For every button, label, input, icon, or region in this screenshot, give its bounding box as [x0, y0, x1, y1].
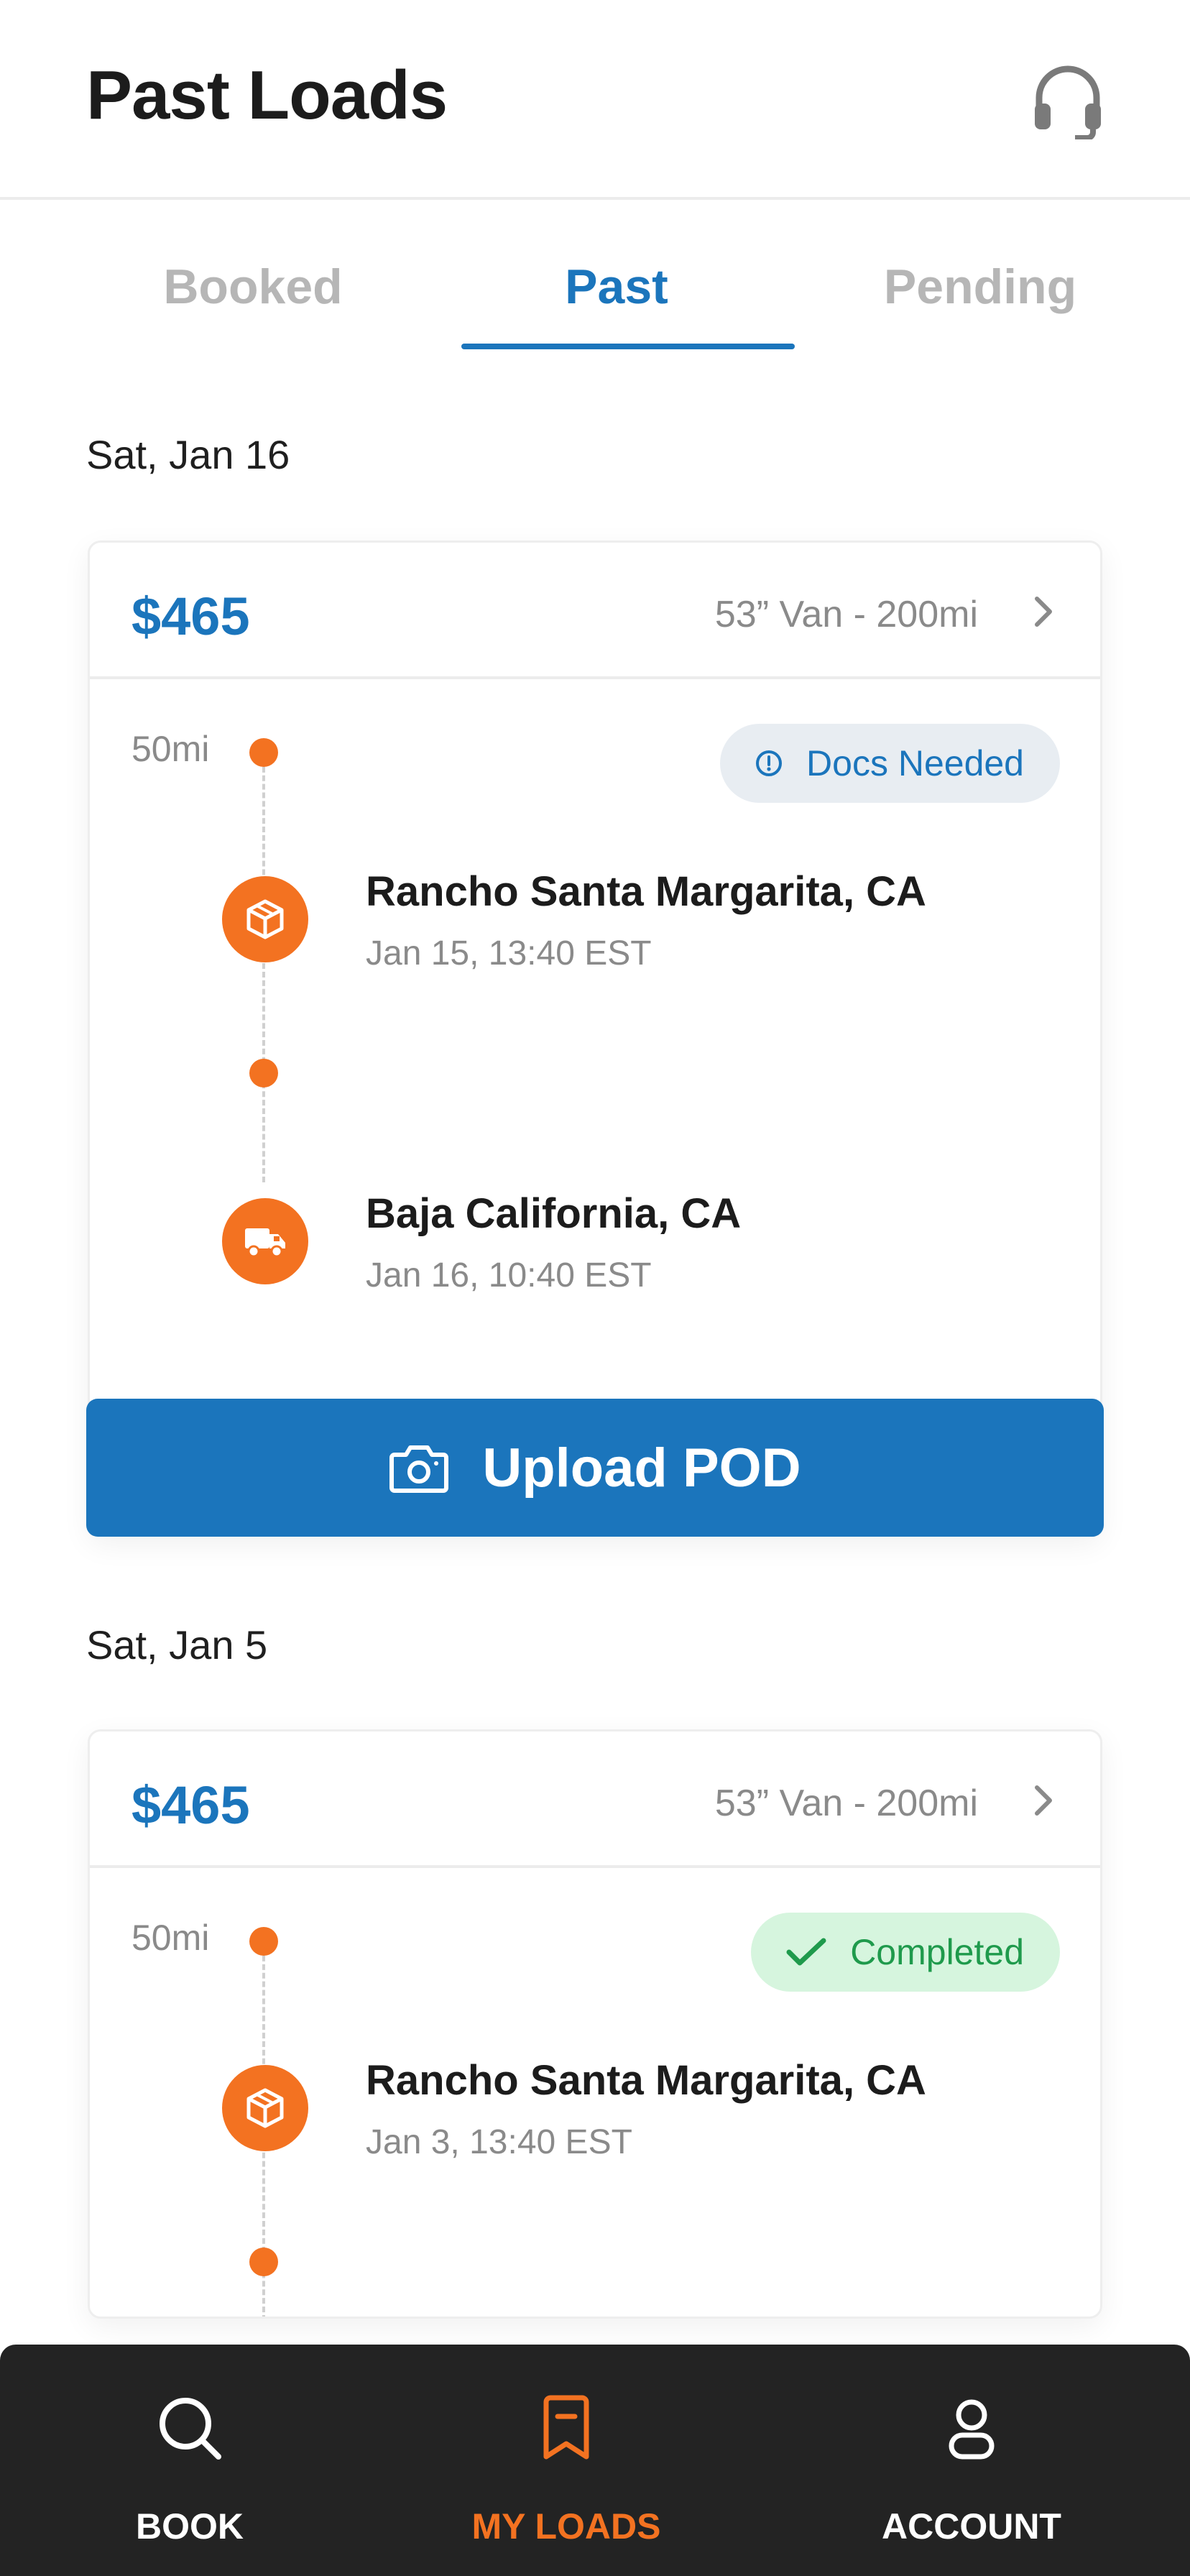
- route-dot: [249, 1927, 278, 1956]
- status-badge: Completed: [751, 1913, 1060, 1992]
- tab-booked[interactable]: Booked: [88, 259, 418, 315]
- route-dot: [249, 738, 278, 767]
- info-icon: [756, 750, 783, 776]
- nav-item-my-loads[interactable]: MY LOADS: [387, 2345, 746, 2576]
- status-badge-label: Completed: [850, 1932, 1024, 1972]
- bottom-nav: BOOK MY LOADS ACCOUNT: [0, 2345, 1190, 2576]
- route-line: [262, 758, 265, 1182]
- user-icon: [949, 2399, 995, 2460]
- headset-icon[interactable]: [1029, 62, 1107, 141]
- dropoff-time: Jan 16, 10:40 EST: [366, 1256, 652, 1294]
- nav-label-account: ACCOUNT: [882, 2506, 1061, 2547]
- bookmark-icon: [543, 2395, 589, 2460]
- deadhead-distance: 50mi: [132, 729, 210, 769]
- tab-pending[interactable]: Pending: [815, 259, 1145, 315]
- load-card[interactable]: $465 53” Van - 200mi 50mi Completed Ranc…: [88, 1729, 1102, 2319]
- tab-past[interactable]: Past: [451, 259, 782, 315]
- upload-pod-button[interactable]: Upload POD: [86, 1399, 1104, 1537]
- route-dot: [249, 2248, 278, 2276]
- load-card[interactable]: $465 53” Van - 200mi 50mi Docs Needed Ra…: [88, 540, 1102, 1537]
- load-equipment: 53” Van - 200mi: [714, 1782, 978, 1824]
- nav-label-my-loads: MY LOADS: [471, 2506, 661, 2547]
- pickup-city: Rancho Santa Margarita, CA: [366, 2057, 926, 2104]
- load-price: $465: [132, 1775, 250, 1835]
- tab-bar: Booked Past Pending: [0, 216, 1190, 352]
- app-header: Past Loads: [0, 0, 1190, 200]
- package-icon: [222, 876, 308, 962]
- nav-item-account[interactable]: ACCOUNT: [792, 2345, 1151, 2576]
- page-title: Past Loads: [86, 57, 448, 134]
- camera-icon: [389, 1445, 449, 1493]
- load-card-header[interactable]: $465 53” Van - 200mi: [90, 1731, 1100, 1868]
- pickup-time: Jan 3, 13:40 EST: [366, 2123, 632, 2161]
- load-card-header[interactable]: $465 53” Van - 200mi: [90, 543, 1100, 679]
- truck-icon: [222, 1198, 308, 1284]
- deadhead-distance: 50mi: [132, 1918, 210, 1958]
- package-icon: [222, 2065, 308, 2151]
- status-badge-label: Docs Needed: [806, 743, 1024, 783]
- load-equipment: 53” Van - 200mi: [714, 594, 978, 635]
- checkmark-icon: [786, 1938, 826, 1966]
- status-badge: Docs Needed: [720, 724, 1060, 803]
- load-price: $465: [132, 586, 250, 646]
- dropoff-city: Baja California, CA: [366, 1190, 742, 1237]
- chevron-right-icon: [1035, 1785, 1052, 1816]
- nav-item-book[interactable]: BOOK: [10, 2345, 369, 2576]
- load-date: Sat, Jan 16: [86, 432, 290, 477]
- active-tab-indicator: [461, 344, 795, 349]
- upload-pod-label: Upload POD: [482, 1437, 801, 1499]
- pickup-city: Rancho Santa Margarita, CA: [366, 868, 926, 915]
- pickup-time: Jan 15, 13:40 EST: [366, 934, 652, 972]
- chevron-right-icon: [1035, 597, 1052, 627]
- search-icon: [160, 2398, 221, 2460]
- load-date: Sat, Jan 5: [86, 1622, 268, 1668]
- nav-label-book: BOOK: [136, 2506, 244, 2547]
- route-dot: [249, 1059, 278, 1087]
